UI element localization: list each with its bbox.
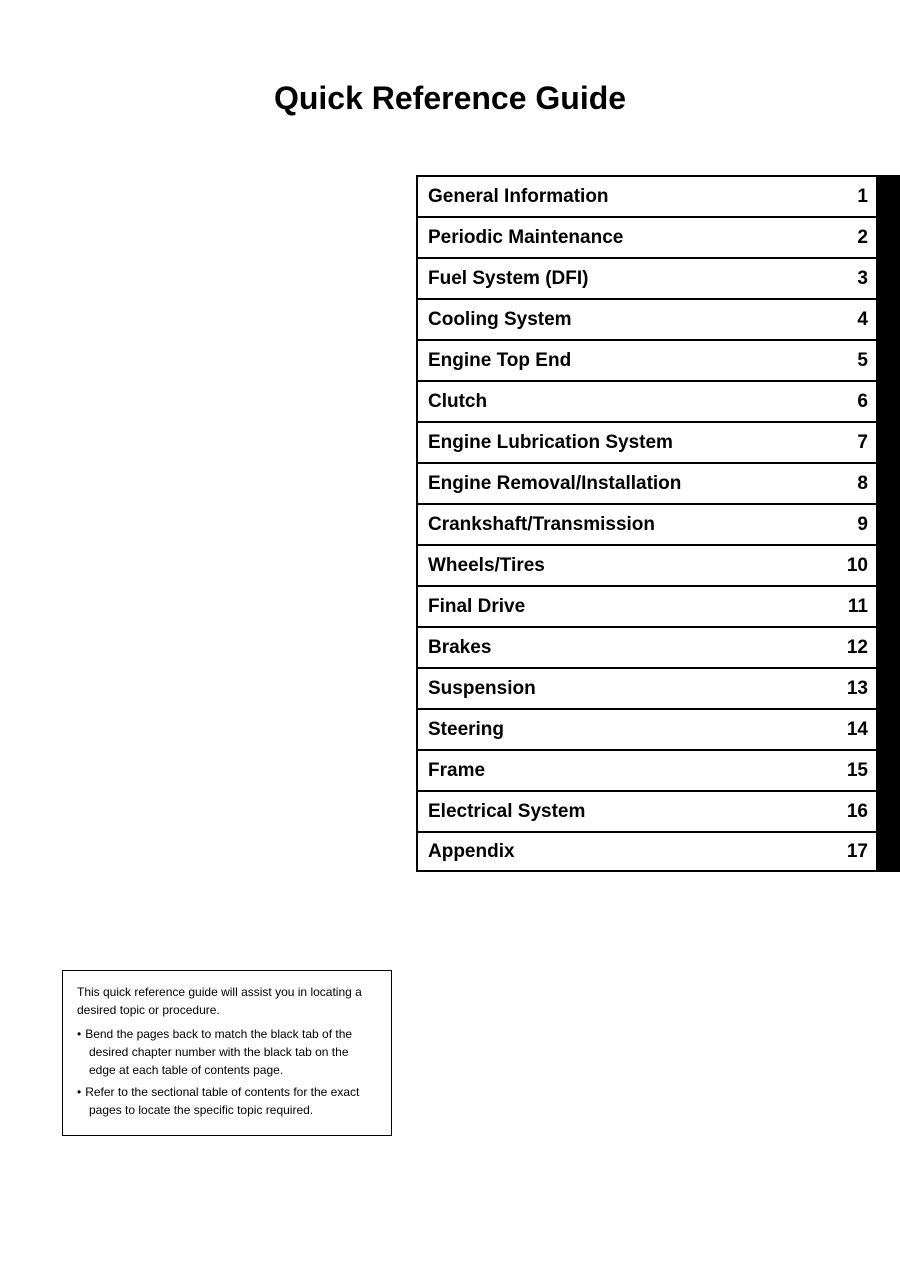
toc-item-label: Cooling System: [418, 309, 836, 331]
toc-item-label: Engine Removal/Installation: [418, 473, 836, 495]
toc-item[interactable]: Frame15: [416, 749, 900, 790]
toc-item-label: Electrical System: [418, 801, 836, 823]
toc-item-label: Suspension: [418, 678, 836, 700]
info-bullets: Bend the pages back to match the black t…: [77, 1025, 377, 1119]
toc-item[interactable]: Brakes12: [416, 626, 900, 667]
toc-item-number: 12: [836, 637, 876, 659]
toc-item-label: Fuel System (DFI): [418, 268, 836, 290]
page-title: Quick Reference Guide: [0, 0, 900, 177]
toc-item-number: 9: [836, 514, 876, 536]
info-intro: This quick reference guide will assist y…: [77, 983, 377, 1019]
toc-item-label: Steering: [418, 719, 836, 741]
toc-item-tab: [876, 341, 898, 380]
toc-item-tab: [876, 669, 898, 708]
toc-item-number: 5: [836, 350, 876, 372]
toc-item-tab: [876, 792, 898, 831]
toc-item-tab: [876, 628, 898, 667]
toc-item-number: 4: [836, 309, 876, 331]
toc-item-number: 15: [836, 760, 876, 782]
toc-item[interactable]: Steering14: [416, 708, 900, 749]
toc-item-tab: [876, 300, 898, 339]
toc-item[interactable]: Electrical System16: [416, 790, 900, 831]
toc-item-number: 10: [836, 555, 876, 577]
table-of-contents: General Information1Periodic Maintenance…: [416, 175, 900, 872]
toc-item-number: 14: [836, 719, 876, 741]
toc-item-label: Appendix: [418, 841, 836, 863]
toc-item-tab: [876, 546, 898, 585]
toc-item-tab: [876, 833, 898, 870]
toc-item-number: 3: [836, 268, 876, 290]
toc-item[interactable]: Cooling System4: [416, 298, 900, 339]
info-bullet: Bend the pages back to match the black t…: [77, 1025, 377, 1079]
toc-item-label: Periodic Maintenance: [418, 227, 836, 249]
toc-item-label: Engine Lubrication System: [418, 432, 836, 454]
toc-item-number: 11: [836, 596, 876, 618]
toc-item-tab: [876, 464, 898, 503]
toc-item-tab: [876, 423, 898, 462]
toc-item[interactable]: Wheels/Tires10: [416, 544, 900, 585]
toc-item-label: Wheels/Tires: [418, 555, 836, 577]
toc-item-number: 13: [836, 678, 876, 700]
toc-item-label: Frame: [418, 760, 836, 782]
toc-item-number: 2: [836, 227, 876, 249]
toc-item-label: Final Drive: [418, 596, 836, 618]
info-bullet: Refer to the sectional table of contents…: [77, 1083, 377, 1119]
toc-item-label: General Information: [418, 186, 836, 208]
toc-item-label: Brakes: [418, 637, 836, 659]
toc-item[interactable]: General Information1: [416, 175, 900, 216]
toc-item[interactable]: Fuel System (DFI)3: [416, 257, 900, 298]
toc-item-number: 8: [836, 473, 876, 495]
toc-item[interactable]: Engine Removal/Installation8: [416, 462, 900, 503]
toc-item-number: 1: [836, 186, 876, 208]
toc-item[interactable]: Suspension13: [416, 667, 900, 708]
toc-item-tab: [876, 218, 898, 257]
toc-item-tab: [876, 177, 898, 216]
toc-item-tab: [876, 751, 898, 790]
toc-item-tab: [876, 259, 898, 298]
toc-item[interactable]: Engine Top End5: [416, 339, 900, 380]
toc-item-label: Engine Top End: [418, 350, 836, 372]
toc-item-number: 6: [836, 391, 876, 413]
toc-item[interactable]: Final Drive11: [416, 585, 900, 626]
toc-item-tab: [876, 382, 898, 421]
toc-item-number: 7: [836, 432, 876, 454]
toc-item-tab: [876, 505, 898, 544]
toc-item[interactable]: Appendix17: [416, 831, 900, 872]
info-box: This quick reference guide will assist y…: [62, 970, 392, 1136]
toc-item-tab: [876, 587, 898, 626]
toc-item[interactable]: Crankshaft/Transmission9: [416, 503, 900, 544]
toc-item-label: Clutch: [418, 391, 836, 413]
toc-item-number: 17: [836, 841, 876, 863]
toc-item-label: Crankshaft/Transmission: [418, 514, 836, 536]
toc-item[interactable]: Clutch6: [416, 380, 900, 421]
toc-item[interactable]: Periodic Maintenance2: [416, 216, 900, 257]
toc-item-tab: [876, 710, 898, 749]
toc-item[interactable]: Engine Lubrication System7: [416, 421, 900, 462]
toc-item-number: 16: [836, 801, 876, 823]
